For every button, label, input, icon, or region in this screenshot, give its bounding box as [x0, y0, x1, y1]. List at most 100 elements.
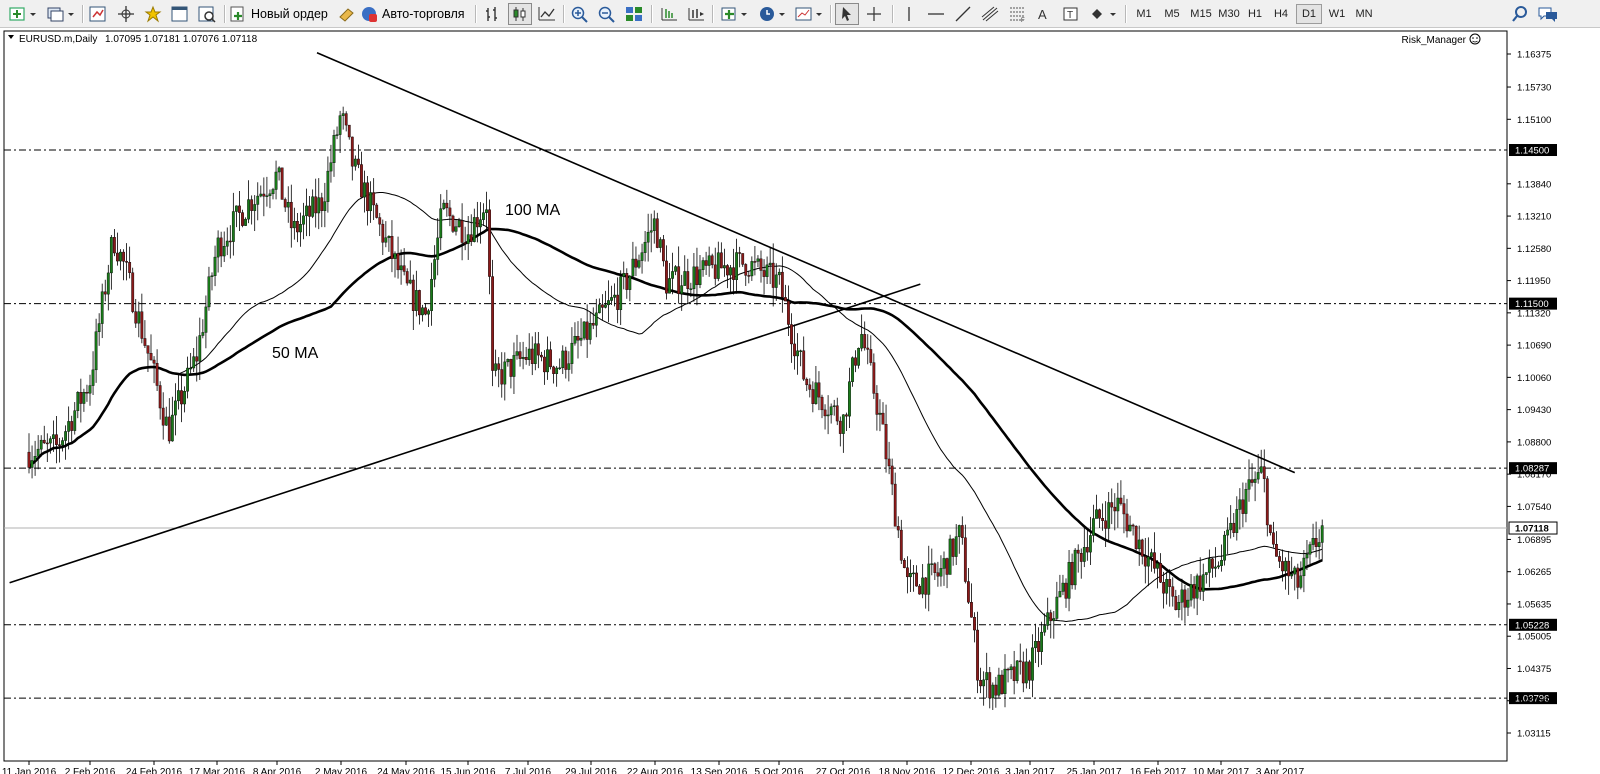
bullish-candle — [1186, 599, 1190, 608]
timeframe-m30[interactable]: M30 — [1214, 4, 1244, 24]
text-tool-button[interactable]: A — [1032, 3, 1056, 25]
bullish-candle — [777, 271, 781, 276]
y-axis-tick-label: 1.08800 — [1517, 437, 1551, 448]
bullish-candle — [244, 218, 247, 226]
bearish-candle — [759, 258, 763, 271]
chat-button[interactable] — [1536, 3, 1560, 25]
bearish-candle — [1296, 567, 1300, 588]
data-window-button[interactable] — [114, 3, 138, 25]
new-chart-button[interactable] — [6, 3, 40, 25]
channel-tool-button[interactable] — [978, 3, 1002, 25]
fibonacci-tool-button[interactable]: F — [1005, 3, 1029, 25]
bullish-candle — [164, 416, 168, 426]
bullish-candle — [1305, 553, 1309, 559]
trendline-tool-button[interactable] — [951, 3, 975, 25]
bearish-candle — [1171, 586, 1175, 597]
bearish-candle — [152, 359, 156, 364]
search-button[interactable] — [1508, 3, 1532, 25]
bullish-candle — [317, 197, 321, 214]
y-axis-tick-label: 1.08170 — [1517, 470, 1551, 481]
chart-shift-button[interactable] — [684, 3, 708, 25]
chart-window[interactable]: EURUSD.m,Daily 1.07095 1.07181 1.07076 1… — [0, 28, 1600, 774]
bearish-candle — [970, 602, 973, 618]
bearish-candle — [805, 378, 809, 386]
bullish-candle — [311, 196, 315, 217]
candlestick-chart-button[interactable] — [508, 3, 532, 25]
timeframe-m5[interactable]: M5 — [1159, 4, 1185, 24]
line-chart-button[interactable] — [535, 3, 559, 25]
x-axis-tick-label: 11 Jan 2016 — [2, 767, 57, 774]
timeframe-mn[interactable]: MN — [1351, 4, 1377, 24]
crosshair-tool-button[interactable] — [862, 3, 886, 25]
timeframe-m1[interactable]: M1 — [1131, 4, 1157, 24]
timeframe-w1[interactable]: W1 — [1324, 4, 1350, 24]
horizontal-line-tool-button[interactable] — [924, 3, 948, 25]
bearish-candle — [1271, 532, 1275, 545]
bullish-candle — [268, 193, 272, 196]
cursor-tool-button[interactable] — [835, 3, 859, 25]
bullish-candle — [619, 276, 623, 310]
bullish-candle — [561, 350, 565, 369]
indicators-button[interactable] — [718, 3, 752, 25]
bullish-candle — [927, 563, 931, 595]
bearish-candle — [1153, 552, 1156, 569]
profiles-button[interactable] — [44, 3, 78, 25]
auto-scroll-button[interactable] — [657, 3, 681, 25]
tile-windows-button[interactable] — [622, 3, 646, 25]
periods-button[interactable] — [756, 3, 790, 25]
vertical-line-tool-button[interactable] — [897, 3, 921, 25]
bullish-candle — [716, 252, 720, 279]
new-order-button[interactable]: Новый ордер — [229, 3, 333, 25]
arrows-tool-button[interactable] — [1086, 3, 1120, 25]
timeframe-m15[interactable]: M15 — [1186, 4, 1216, 24]
bullish-candle — [1128, 524, 1132, 532]
navigator-button[interactable] — [141, 3, 165, 25]
auto-trading-button[interactable]: Авто-торговля — [360, 3, 470, 25]
bullish-candle — [997, 674, 1001, 696]
bearish-candle — [45, 442, 49, 445]
bullish-candle — [1009, 666, 1013, 671]
bearish-candle — [451, 215, 455, 232]
bullish-candle — [1146, 556, 1150, 567]
bullish-candle — [494, 363, 498, 371]
timeframe-d1[interactable]: D1 — [1296, 4, 1322, 24]
bearish-candle — [1049, 612, 1053, 622]
text-label-tool-button[interactable]: T — [1059, 3, 1083, 25]
templates-button[interactable] — [792, 3, 826, 25]
bearish-candle — [802, 350, 806, 380]
new-chart-icon — [9, 7, 36, 21]
bar-chart-button[interactable] — [481, 3, 505, 25]
price-chart[interactable]: EURUSD.m,Daily 1.07095 1.07181 1.07076 1… — [0, 28, 1600, 774]
bearish-candle — [899, 529, 903, 561]
metaeditor-button[interactable] — [336, 3, 356, 25]
bearish-candle — [497, 363, 501, 370]
timeframe-h4[interactable]: H4 — [1268, 4, 1294, 24]
bearish-candle — [366, 182, 369, 212]
chart-symbol-label: EURUSD.m,Daily — [19, 34, 97, 45]
zoom-in-button[interactable] — [568, 3, 592, 25]
toolbar-separator — [1125, 5, 1127, 23]
strategy-tester-button[interactable] — [195, 3, 219, 25]
y-axis-tick-label: 1.15100 — [1517, 115, 1551, 126]
bullish-candle — [698, 269, 702, 285]
bullish-candle — [1031, 647, 1034, 681]
bullish-candle — [338, 115, 342, 135]
bearish-candle — [1070, 562, 1074, 586]
timeframe-h1[interactable]: H1 — [1242, 4, 1268, 24]
market-watch-button[interactable] — [86, 3, 110, 25]
bullish-candle — [274, 171, 278, 190]
y-axis-tick-label: 1.11950 — [1517, 276, 1551, 287]
bearish-candle — [241, 212, 244, 226]
bullish-candle — [454, 226, 458, 232]
terminal-button[interactable] — [168, 3, 192, 25]
bullish-candle — [170, 414, 174, 442]
chat-bubbles-icon — [1538, 7, 1557, 22]
zoom-out-button[interactable] — [595, 3, 619, 25]
bullish-candle — [1308, 544, 1312, 555]
bearish-candle — [460, 220, 464, 243]
bullish-candle — [421, 307, 424, 316]
bullish-candle — [628, 275, 632, 290]
bullish-candle — [198, 335, 202, 362]
bearish-candle — [817, 382, 821, 398]
bullish-candle — [689, 288, 693, 290]
